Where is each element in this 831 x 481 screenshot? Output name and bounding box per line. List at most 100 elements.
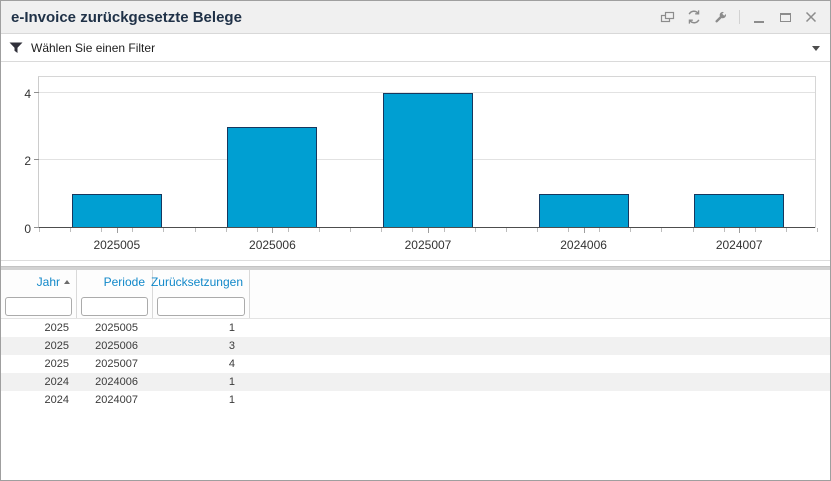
table-cell: 2025007 [77,355,153,373]
x-axis-tick [117,228,118,233]
x-axis-tick [584,228,585,233]
x-axis-tick [272,228,273,233]
funnel-icon [1,41,31,55]
column-header-jahr[interactable]: Jahr [1,270,77,294]
table-body: 2025202500512025202500632025202500742024… [1,319,830,409]
chart-bar[interactable] [694,194,784,228]
x-axis-category-label: 2025007 [350,238,506,252]
minimize-icon[interactable] [748,6,770,28]
x-axis-category-label: 2025006 [195,238,351,252]
toolbar-separator [739,10,740,24]
table-cell: 2024 [1,373,77,391]
x-axis-minor-tick [817,228,818,232]
filter-bar[interactable]: Wählen Sie einen Filter [1,34,830,62]
table-cell: 1 [153,373,250,391]
x-axis-minor-tick [381,228,382,232]
filter-cell [77,294,153,318]
filter-cell [1,294,77,318]
table-header: Jahr Periode Zurücksetzungen [1,270,830,294]
wrench-icon[interactable] [709,6,731,28]
x-axis-minor-tick [599,228,600,232]
title-bar-buttons [657,6,830,28]
x-axis-category-label: 2025005 [39,238,195,252]
table-cell: 1 [153,319,250,337]
x-axis-minor-tick [444,228,445,232]
periode-filter-input[interactable] [81,297,148,316]
x-axis-minor-tick [319,228,320,232]
close-icon[interactable] [800,6,822,28]
table-cell: 1 [153,391,250,409]
chart-bar[interactable] [72,194,162,228]
table-cell: 4 [153,355,250,373]
x-axis-minor-tick [195,228,196,232]
table-cell: 2025006 [77,337,153,355]
cascade-windows-icon[interactable] [657,6,679,28]
caret-down-icon[interactable] [812,46,820,51]
table-row[interactable]: 202520250063 [1,337,830,355]
filter-cell [153,294,250,318]
chart: 0 2 4 20250052025006202500720240062024007 [1,62,830,261]
x-axis-minor-tick [755,228,756,232]
table-row[interactable]: 202420240061 [1,373,830,391]
table-cell: 2025005 [77,319,153,337]
y-axis-tick [34,92,39,93]
chart-bar[interactable] [383,93,473,228]
column-header-zuruecksetzungen[interactable]: Zurücksetzungen [153,270,250,294]
y-axis-label: 2 [11,154,31,168]
table-row[interactable]: 202520250074 [1,355,830,373]
title-bar: e-Invoice zurückgesetzte Belege [1,1,830,34]
chart-x-axis [39,227,815,228]
table-cell: 2025 [1,337,77,355]
x-axis-minor-tick [724,228,725,232]
table-row[interactable]: 202420240071 [1,391,830,409]
zuruecksetzungen-filter-input[interactable] [157,297,245,316]
jahr-filter-input[interactable] [5,297,72,316]
x-axis-minor-tick [661,228,662,232]
x-axis-minor-tick [132,228,133,232]
chart-bar[interactable] [227,127,317,228]
x-axis-minor-tick [70,228,71,232]
table-cell: 2024006 [77,373,153,391]
x-axis-minor-tick [693,228,694,232]
chart-plot: 02420250052025006202500720240062024007 [38,76,816,228]
x-axis-minor-tick [350,228,351,232]
filter-prompt-label: Wählen Sie einen Filter [31,41,155,55]
chart-bar[interactable] [539,194,629,228]
x-axis-category-label: 2024006 [506,238,662,252]
table-cell: 2025 [1,355,77,373]
column-label: Zurücksetzungen [151,275,243,289]
table-cell: 2024007 [77,391,153,409]
refresh-icon[interactable] [683,6,705,28]
x-axis-category-label: 2024007 [661,238,817,252]
x-axis-minor-tick [786,228,787,232]
column-label: Periode [104,275,145,289]
y-axis-label: 0 [11,222,31,236]
y-axis-label: 4 [11,87,31,101]
table-cell: 2025 [1,319,77,337]
table-cell: 2024 [1,391,77,409]
x-axis-minor-tick [39,228,40,232]
table-filter-row [1,294,830,319]
table-row[interactable]: 202520250051 [1,319,830,337]
x-axis-minor-tick [288,228,289,232]
x-axis-tick [739,228,740,233]
x-axis-tick [428,228,429,233]
x-axis-minor-tick [630,228,631,232]
table-cell: 3 [153,337,250,355]
x-axis-minor-tick [412,228,413,232]
maximize-icon[interactable] [774,6,796,28]
x-axis-minor-tick [506,228,507,232]
sort-ascending-icon [64,280,70,284]
x-axis-minor-tick [568,228,569,232]
x-axis-minor-tick [475,228,476,232]
x-axis-minor-tick [226,228,227,232]
column-header-periode[interactable]: Periode [77,270,153,294]
x-axis-minor-tick [257,228,258,232]
window-title: e-Invoice zurückgesetzte Belege [1,9,657,26]
y-axis-tick [34,159,39,160]
x-axis-minor-tick [163,228,164,232]
dashboard-widget-window: e-Invoice zurückgesetzte Belege [0,0,831,481]
column-label: Jahr [37,275,60,289]
x-axis-minor-tick [101,228,102,232]
x-axis-minor-tick [537,228,538,232]
